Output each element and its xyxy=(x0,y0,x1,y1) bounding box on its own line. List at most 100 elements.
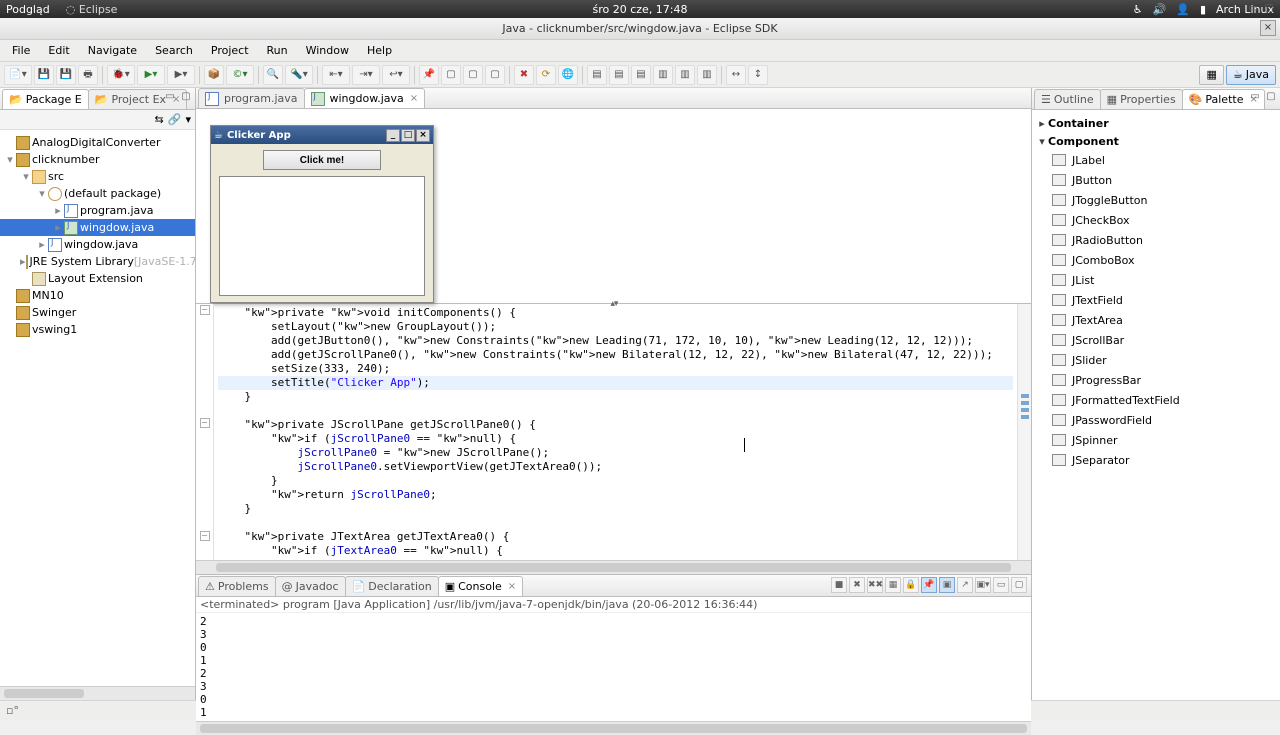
tree-item-analogdigitalconverter[interactable]: AnalogDigitalConverter xyxy=(0,134,195,151)
volume-icon[interactable]: 🔊 xyxy=(1153,3,1167,16)
source-editor[interactable]: "kw">private "kw">void initComponents() … xyxy=(196,304,1031,560)
eclipse-os-icon[interactable]: ◌ Eclipse xyxy=(66,3,118,16)
editor-nav1[interactable]: ▢ xyxy=(441,65,461,85)
tree-item-jre-system-library[interactable]: ▸JRE System Library [JavaSE-1.7] xyxy=(0,253,195,270)
stop-button[interactable]: ✖ xyxy=(514,65,534,85)
open-perspective-button[interactable]: ▦ xyxy=(1199,65,1223,85)
menu-help[interactable]: Help xyxy=(359,42,400,59)
save-all-button[interactable]: 💾 xyxy=(56,65,76,85)
editor-nav3[interactable]: ▢ xyxy=(485,65,505,85)
console-pin-icon[interactable]: 📌 xyxy=(921,577,937,593)
palette-item-jtogglebutton[interactable]: JToggleButton xyxy=(1034,190,1278,210)
menu-file[interactable]: File xyxy=(4,42,38,59)
palette-item-jbutton[interactable]: JButton xyxy=(1034,170,1278,190)
palette-item-jspinner[interactable]: JSpinner xyxy=(1034,430,1278,450)
align-t[interactable]: ▥ xyxy=(653,65,673,85)
run-button[interactable]: ▶▾ xyxy=(137,65,165,85)
console-remove-all-icon[interactable]: ✖✖ xyxy=(867,577,883,593)
left-h-scrollbar[interactable] xyxy=(0,686,195,700)
palette-item-jcombobox[interactable]: JComboBox xyxy=(1034,250,1278,270)
tab-problems[interactable]: ⚠ Problems xyxy=(198,576,276,596)
palette-item-jscrollbar[interactable]: JScrollBar xyxy=(1034,330,1278,350)
tree-item-wingdow-java[interactable]: ▸wingdow.java xyxy=(0,219,195,236)
new-button[interactable]: 📄▾ xyxy=(4,65,32,85)
tab-javadoc[interactable]: @ Javadoc xyxy=(275,576,346,596)
preview-window[interactable]: ☕ Clicker App _ □ × Click me! xyxy=(210,125,434,303)
tree-item-program-java[interactable]: ▸program.java xyxy=(0,202,195,219)
tree-item-wingdow-java[interactable]: ▸wingdow.java xyxy=(0,236,195,253)
pin-button[interactable]: 📌 xyxy=(419,65,439,85)
same-h[interactable]: ↕ xyxy=(748,65,768,85)
nav-back-annotation[interactable]: ⇤▾ xyxy=(322,65,350,85)
align-m[interactable]: ▥ xyxy=(675,65,695,85)
fold-gutter[interactable] xyxy=(196,304,214,560)
maximize-icon[interactable]: ▢ xyxy=(179,90,193,104)
palette-item-jtextarea[interactable]: JTextArea xyxy=(1034,310,1278,330)
code-area[interactable]: "kw">private "kw">void initComponents() … xyxy=(214,304,1017,560)
preview-textarea[interactable] xyxy=(219,176,425,296)
menu-edit[interactable]: Edit xyxy=(40,42,77,59)
menu-project[interactable]: Project xyxy=(203,42,257,59)
view-menu-icon[interactable]: ▾ xyxy=(185,113,191,126)
tree-item-src[interactable]: ▾src xyxy=(0,168,195,185)
preview-click-button[interactable]: Click me! xyxy=(263,150,381,170)
tab-package-explorer[interactable]: 📂 Package E xyxy=(2,89,89,109)
align-c[interactable]: ▤ xyxy=(609,65,629,85)
run-last-button[interactable]: ▶▾ xyxy=(167,65,195,85)
palette-item-jformattedtextfield[interactable]: JFormattedTextField xyxy=(1034,390,1278,410)
preview-min-icon[interactable]: _ xyxy=(386,129,400,142)
new-class-button[interactable]: ©▾ xyxy=(226,65,254,85)
console-output[interactable]: 2 3 0 1 2 3 0 1 xyxy=(196,613,1031,721)
right-min-icon[interactable]: ▭ xyxy=(1248,90,1262,104)
battery-icon[interactable]: ▮ xyxy=(1200,3,1206,16)
console-terminate-icon[interactable]: ■ xyxy=(831,577,847,593)
new-package-button[interactable]: 📦 xyxy=(204,65,224,85)
menu-search[interactable]: Search xyxy=(147,42,201,59)
palette-item-jcheckbox[interactable]: JCheckBox xyxy=(1034,210,1278,230)
menu-run[interactable]: Run xyxy=(259,42,296,59)
tree-item-swinger[interactable]: Swinger xyxy=(0,304,195,321)
tab-declaration[interactable]: 📄 Declaration xyxy=(345,576,439,596)
user-icon[interactable]: 👤 xyxy=(1176,3,1190,16)
os-menu-podglad[interactable]: Podgląd xyxy=(6,3,50,16)
editor-tab-wingdow[interactable]: wingdow.java× xyxy=(304,88,426,108)
palette-item-jpasswordfield[interactable]: JPasswordField xyxy=(1034,410,1278,430)
tree-item-layout-extension[interactable]: Layout Extension xyxy=(0,270,195,287)
preview-close-icon[interactable]: × xyxy=(416,129,430,142)
align-l[interactable]: ▤ xyxy=(587,65,607,85)
window-close-button[interactable]: × xyxy=(1260,20,1276,36)
palette-item-jlabel[interactable]: JLabel xyxy=(1034,150,1278,170)
console-open-icon[interactable]: ↗ xyxy=(957,577,973,593)
console-max-icon[interactable]: ▢ xyxy=(1011,577,1027,593)
last-edit-button[interactable]: ↩▾ xyxy=(382,65,410,85)
palette-item-jradiobutton[interactable]: JRadioButton xyxy=(1034,230,1278,250)
accessibility-icon[interactable]: ♿ xyxy=(1133,3,1143,16)
editor-minimize-icon[interactable]: ▭ xyxy=(1246,2,1260,16)
align-r[interactable]: ▤ xyxy=(631,65,651,85)
console-remove-icon[interactable]: ✖ xyxy=(849,577,865,593)
palette-item-jtextfield[interactable]: JTextField xyxy=(1034,290,1278,310)
print-button[interactable]: 🖶 xyxy=(78,65,98,85)
tree-item--default-package-[interactable]: ▾(default package) xyxy=(0,185,195,202)
package-explorer-tree[interactable]: AnalogDigitalConverter▾clicknumber▾src▾(… xyxy=(0,130,195,686)
debug-button[interactable]: 🐞▾ xyxy=(107,65,135,85)
palette-item-jseparator[interactable]: JSeparator xyxy=(1034,450,1278,470)
link-editor-icon[interactable]: 🔗 xyxy=(168,113,182,126)
palette-category-component[interactable]: ▾Component xyxy=(1034,132,1278,150)
collapse-all-icon[interactable]: ⇆ xyxy=(155,113,164,126)
palette-item-jslider[interactable]: JSlider xyxy=(1034,350,1278,370)
same-w[interactable]: ↔ xyxy=(726,65,746,85)
minimize-icon[interactable]: ▭ xyxy=(163,90,177,104)
editor-tab-program[interactable]: program.java xyxy=(198,88,305,108)
palette-item-jlist[interactable]: JList xyxy=(1034,270,1278,290)
align-b[interactable]: ▥ xyxy=(697,65,717,85)
tree-item-clicknumber[interactable]: ▾clicknumber xyxy=(0,151,195,168)
console-h-scrollbar[interactable] xyxy=(196,721,1031,735)
open-type-button[interactable]: 🔍 xyxy=(263,65,283,85)
console-new-icon[interactable]: ▣▾ xyxy=(975,577,991,593)
tab-console[interactable]: ▣ Console× xyxy=(438,576,523,596)
tree-item-vswing1[interactable]: vswing1 xyxy=(0,321,195,338)
refresh-button[interactable]: ⟳ xyxy=(536,65,556,85)
palette-view[interactable]: ▸Container▾ComponentJLabelJButtonJToggle… xyxy=(1032,110,1280,700)
save-button[interactable]: 💾 xyxy=(34,65,54,85)
